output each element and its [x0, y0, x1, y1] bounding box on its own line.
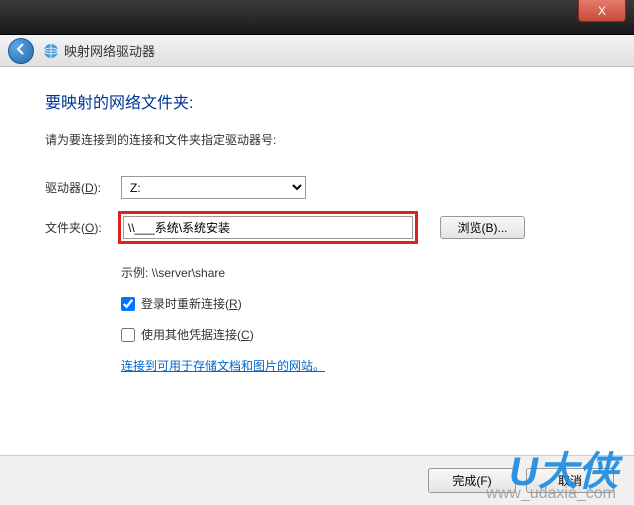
content-area: 要映射的网络文件夹: 请为要连接到的连接和文件夹指定驱动器号: 驱动器(D): … — [0, 67, 634, 455]
drive-select[interactable]: Z: — [121, 176, 306, 199]
folder-label: 文件夹(O): — [45, 219, 113, 236]
nav-title: 映射网络驱动器 — [42, 41, 155, 60]
page-heading: 要映射的网络文件夹: — [45, 89, 589, 113]
close-button[interactable]: X — [578, 0, 626, 22]
titlebar: X — [0, 0, 634, 35]
reconnect-checkbox[interactable] — [121, 297, 135, 311]
drive-label: 驱动器(D): — [45, 179, 113, 196]
credentials-checkbox[interactable] — [121, 328, 135, 342]
back-button[interactable] — [8, 38, 34, 64]
arrow-left-icon — [15, 42, 27, 60]
navbar: 映射网络驱动器 — [0, 35, 634, 67]
storage-link[interactable]: 连接到可用于存储文档和图片的网站。 — [121, 357, 589, 374]
browse-button[interactable]: 浏览(B)... — [440, 216, 525, 239]
network-drive-icon — [42, 42, 60, 60]
nav-title-text: 映射网络驱动器 — [64, 41, 155, 60]
page-subtext: 请为要连接到的连接和文件夹指定驱动器号: — [45, 131, 589, 148]
credentials-label[interactable]: 使用其他凭据连接(C) — [141, 326, 254, 343]
folder-row: 文件夹(O): 浏览(B)... — [45, 211, 589, 244]
reconnect-label[interactable]: 登录时重新连接(R) — [141, 295, 242, 312]
finish-button[interactable]: 完成(F) — [428, 468, 516, 493]
close-icon: X — [598, 4, 606, 18]
folder-input[interactable] — [123, 216, 413, 239]
credentials-row: 使用其他凭据连接(C) — [121, 326, 589, 343]
cancel-button[interactable]: 取消 — [526, 468, 614, 493]
folder-highlight-box — [118, 211, 418, 244]
button-bar: 完成(F) 取消 — [0, 455, 634, 505]
reconnect-row: 登录时重新连接(R) — [121, 295, 589, 312]
example-text: 示例: \\server\share — [121, 264, 589, 281]
drive-row: 驱动器(D): Z: — [45, 176, 589, 199]
